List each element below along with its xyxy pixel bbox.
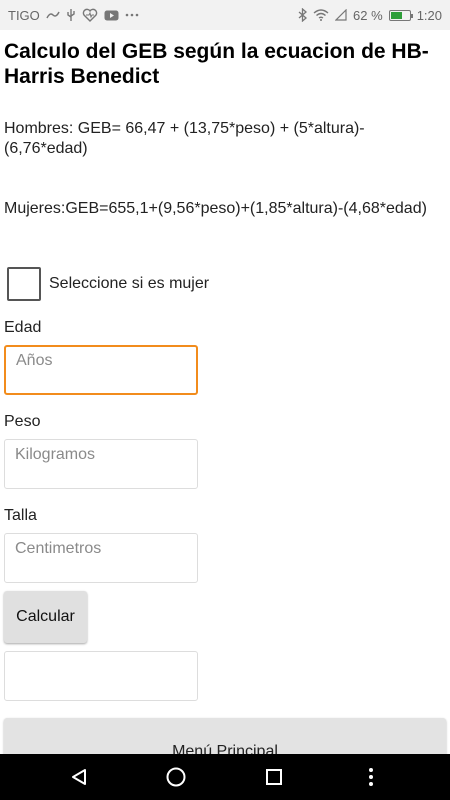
age-label: Edad (4, 319, 42, 336)
usb-icon (66, 8, 76, 22)
formula-men: Hombres: GEB= 66,47 + (13,75*peso) + (5*… (4, 120, 365, 157)
signal-icon (46, 10, 60, 20)
cell-signal-icon (335, 9, 347, 21)
back-icon[interactable] (59, 757, 99, 797)
menu-icon[interactable] (351, 757, 391, 797)
main-menu-button[interactable]: Menú Principal (4, 718, 446, 754)
more-icon (125, 13, 139, 17)
weight-input[interactable] (4, 439, 198, 489)
formula-women: Mujeres:GEB=655,1+(9,56*peso)+(1,85*altu… (4, 200, 427, 217)
health-icon (82, 8, 98, 22)
female-checkbox-row[interactable]: Seleccione si es mujer (4, 265, 446, 303)
weight-label: Peso (4, 413, 41, 430)
youtube-icon (104, 10, 119, 21)
height-input[interactable] (4, 533, 198, 583)
clock: 1:20 (416, 7, 442, 23)
navigation-bar (0, 754, 450, 800)
height-label: Talla (4, 507, 37, 524)
bluetooth-icon (298, 8, 308, 22)
status-bar: TIGO 62 % 1:20 (0, 0, 450, 30)
battery-icon (388, 9, 413, 21)
female-checkbox[interactable] (7, 267, 41, 301)
female-checkbox-label[interactable]: Seleccione si es mujer (49, 275, 209, 293)
result-field[interactable] (4, 651, 198, 701)
main-content: Calculo del GEB según la ecuacion de HB-… (0, 30, 450, 754)
battery-percent: 62 % (353, 7, 383, 23)
carrier-label: TIGO (8, 7, 40, 23)
calculate-button[interactable]: Calcular (4, 591, 87, 643)
home-icon[interactable] (156, 757, 196, 797)
page-title: Calculo del GEB según la ecuacion de HB-… (4, 40, 429, 88)
age-input[interactable] (4, 345, 198, 395)
recents-icon[interactable] (254, 757, 294, 797)
wifi-icon (313, 9, 329, 21)
